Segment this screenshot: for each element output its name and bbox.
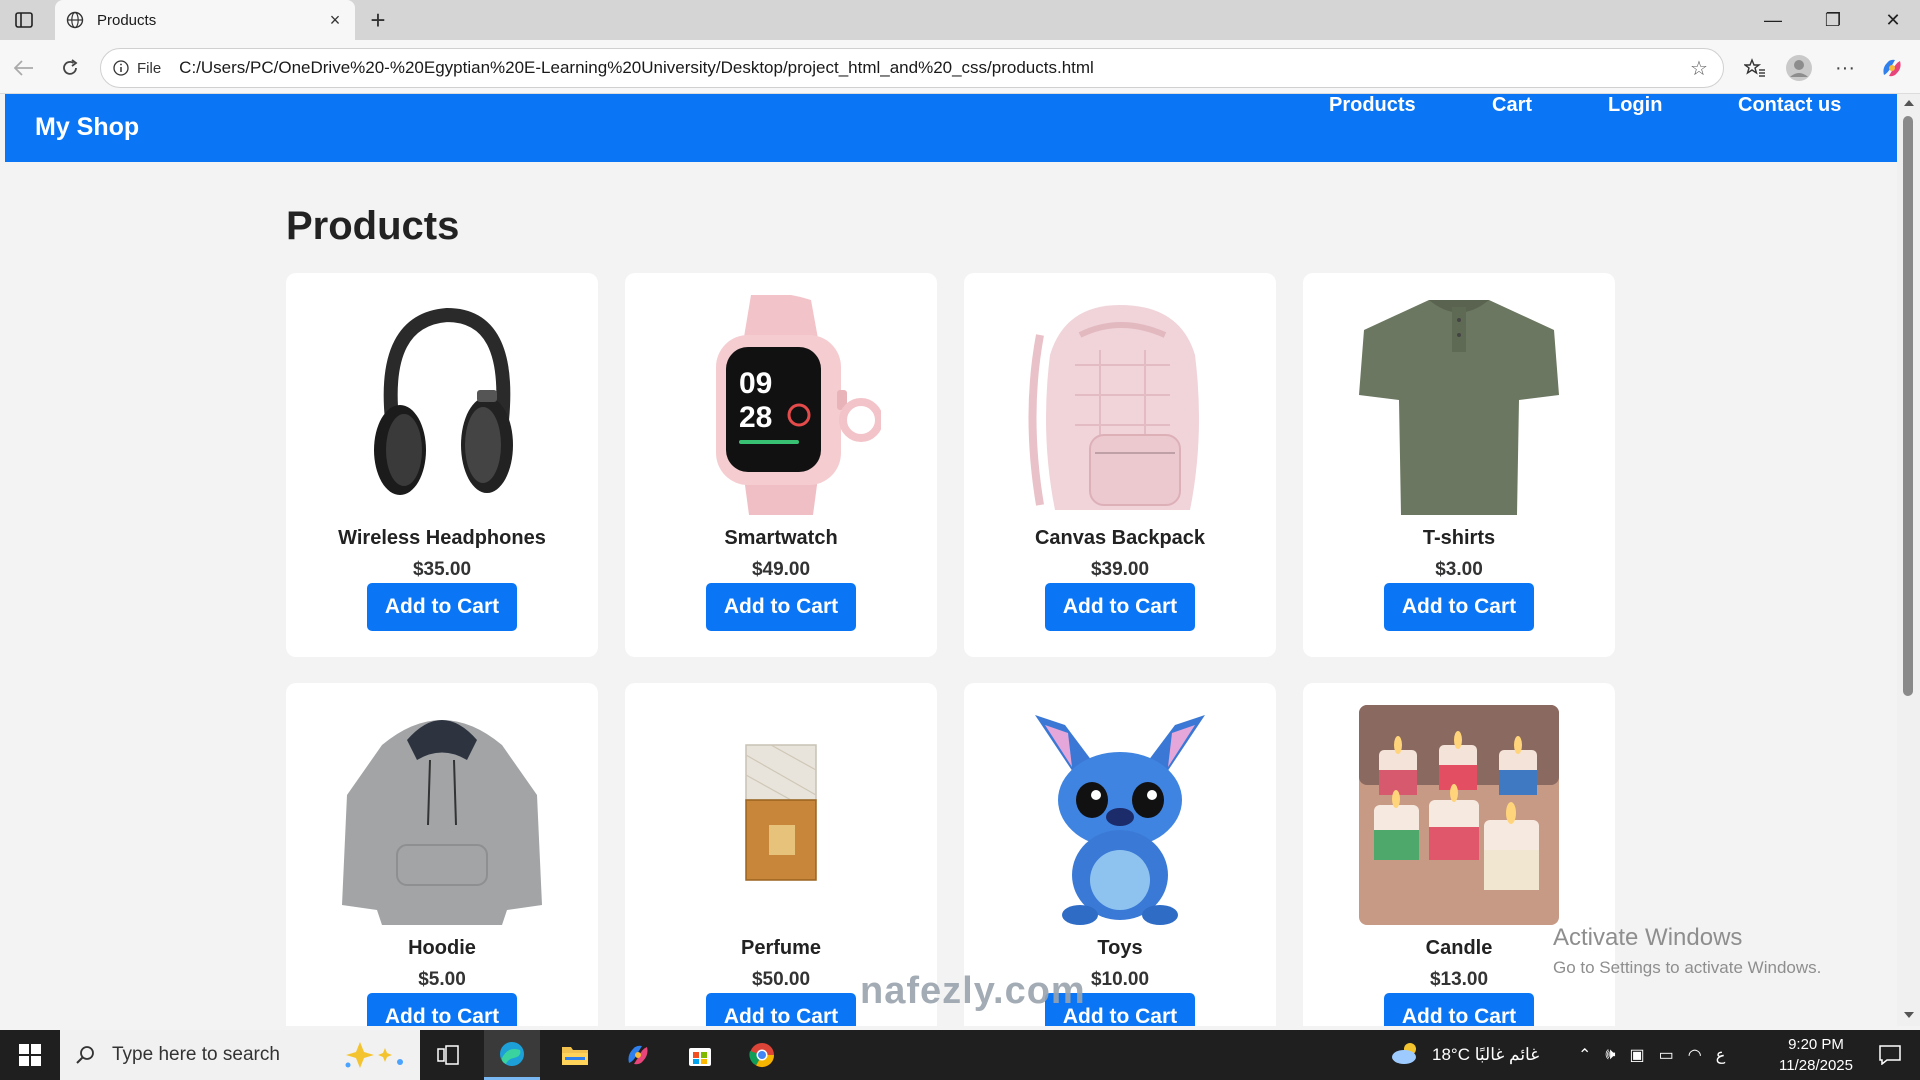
browser-tab[interactable]: Products × — [55, 0, 355, 40]
taskbar-search-box[interactable]: Type here to search — [60, 1030, 420, 1080]
svg-text:09: 09 — [739, 367, 772, 400]
headphones-image — [342, 295, 542, 515]
add-to-cart-button[interactable]: Add to Cart — [1045, 583, 1195, 631]
close-window-button[interactable]: ✕ — [1863, 0, 1920, 40]
product-price: $49.00 — [751, 559, 811, 580]
product-card: Canvas Backpack $39.00 Add to Cart — [964, 273, 1276, 657]
more-menu-icon[interactable]: ··· — [1830, 53, 1860, 83]
product-price: $35.00 — [412, 559, 472, 580]
candle-image — [1359, 705, 1559, 925]
device-icon[interactable]: ▣ — [1630, 1045, 1645, 1065]
globe-icon — [65, 10, 85, 30]
nav-link-cart[interactable]: Cart — [1492, 94, 1532, 117]
perfume-image — [681, 705, 881, 925]
add-to-cart-button[interactable]: Add to Cart — [706, 583, 856, 631]
toy-image — [1020, 705, 1220, 925]
backpack-image — [1020, 295, 1220, 515]
product-name: Toys — [1097, 937, 1143, 959]
browser-toolbar: File C:/Users/PC/OneDrive%20-%20Egyptian… — [0, 40, 1920, 94]
activate-subtitle: Go to Settings to activate Windows. — [1553, 958, 1822, 977]
product-name: Canvas Backpack — [1034, 527, 1206, 549]
add-to-cart-button[interactable]: Add to Cart — [367, 583, 517, 631]
site-logo[interactable]: My Shop — [35, 113, 139, 142]
add-to-cart-button[interactable]: Add to Cart — [706, 993, 856, 1026]
site-navbar: My Shop Products Cart Login Contact us — [5, 94, 1897, 162]
product-name: Smartwatch — [724, 527, 838, 549]
clock-time: 9:20 PM — [1788, 1036, 1844, 1053]
product-card: Wireless Headphones $35.00 Add to Cart — [286, 273, 598, 657]
add-to-cart-button[interactable]: Add to Cart — [1384, 993, 1534, 1026]
add-to-cart-button[interactable]: Add to Cart — [367, 993, 517, 1026]
nav-link-products[interactable]: Products — [1329, 94, 1416, 117]
clock-date: 11/28/2025 — [1779, 1057, 1853, 1074]
windows-taskbar: Type here to search 18°C غائم غالبًا ⌃ 🕪… — [0, 1030, 1920, 1080]
page-title: Products — [286, 204, 460, 248]
language-indicator[interactable]: ع — [1716, 1045, 1726, 1065]
page-scrollbar[interactable] — [1897, 94, 1920, 1026]
product-name: Hoodie — [408, 937, 476, 959]
weather-text: 18°C غائم غالبًا — [1432, 1045, 1540, 1064]
search-icon — [74, 1044, 96, 1066]
task-view-icon[interactable] — [420, 1030, 476, 1080]
system-tray: ⌃ 🕪 ▣ ▭ ◠ ع — [1578, 1030, 1725, 1080]
product-name: T-shirts — [1422, 527, 1496, 549]
activate-title: Activate Windows — [1553, 924, 1743, 951]
product-name: Perfume — [740, 937, 822, 959]
reload-icon[interactable] — [54, 52, 86, 84]
url-text[interactable]: C:/Users/PC/OneDrive%20-%20Egyptian%20E-… — [179, 58, 1685, 78]
cloudy-weather-icon — [1390, 1041, 1422, 1070]
tshirt-image — [1359, 295, 1559, 515]
product-price: $3.00 — [1435, 559, 1483, 580]
copilot-icon[interactable] — [1877, 53, 1907, 83]
address-scheme-label: File — [137, 59, 162, 77]
add-to-cart-button[interactable]: Add to Cart — [1384, 583, 1534, 631]
tab-actions-icon[interactable] — [10, 8, 38, 32]
search-placeholder: Type here to search — [112, 1044, 280, 1065]
scroll-up-arrow-icon[interactable] — [1904, 100, 1914, 106]
profile-avatar-icon[interactable] — [1784, 53, 1814, 83]
edge-browser-icon[interactable] — [484, 1030, 540, 1080]
battery-icon[interactable]: ▭ — [1659, 1045, 1674, 1065]
hoodie-image — [342, 705, 542, 925]
scroll-down-arrow-icon[interactable] — [1904, 1012, 1914, 1018]
search-highlight-icon — [340, 1040, 410, 1070]
close-tab-icon[interactable]: × — [323, 8, 347, 32]
product-card: T-shirts $3.00 Add to Cart — [1303, 273, 1615, 657]
maximize-button[interactable]: ❐ — [1803, 0, 1863, 40]
wifi-icon[interactable]: ◠ — [1688, 1045, 1702, 1065]
tab-title: Products — [97, 11, 157, 29]
weather-widget[interactable]: 18°C غائم غالبًا — [1390, 1030, 1539, 1080]
copilot-app-icon[interactable] — [610, 1030, 666, 1080]
product-card: Hoodie $5.00 Add to Cart — [286, 683, 598, 1026]
notification-icon[interactable] — [1865, 1030, 1915, 1080]
svg-text:28: 28 — [739, 401, 772, 434]
info-icon[interactable] — [111, 58, 131, 78]
new-tab-button[interactable]: + — [363, 6, 393, 34]
chrome-icon[interactable] — [734, 1030, 790, 1080]
chevron-up-icon[interactable]: ⌃ — [1578, 1045, 1591, 1065]
file-explorer-icon[interactable] — [547, 1030, 603, 1080]
page-viewport: My Shop Products Cart Login Contact us P… — [5, 94, 1897, 1026]
activate-windows-notice: Activate Windows Go to Settings to activ… — [1553, 924, 1821, 978]
minimize-button[interactable]: — — [1743, 0, 1803, 40]
microsoft-store-icon[interactable] — [672, 1030, 728, 1080]
watermark-text: nafezly.com — [860, 970, 1086, 1012]
favorite-star-icon[interactable]: ☆ — [1685, 54, 1713, 82]
nav-link-login[interactable]: Login — [1608, 94, 1662, 117]
nav-link-contact[interactable]: Contact us — [1738, 94, 1841, 117]
smartwatch-image: 09 28 — [681, 295, 881, 515]
product-price: $39.00 — [1090, 559, 1150, 580]
clock[interactable]: 9:20 PM 11/28/2025 — [1770, 1034, 1862, 1076]
tab-bar: Products × + — ❐ ✕ — [0, 0, 1920, 40]
product-name: Wireless Headphones — [338, 527, 546, 549]
scroll-thumb[interactable] — [1903, 116, 1913, 696]
back-arrow-icon[interactable] — [8, 52, 40, 84]
product-price: $5.00 — [418, 969, 466, 990]
favorites-icon[interactable] — [1740, 53, 1770, 83]
product-card: 09 28 Smartwatch $49.00 Add to Cart — [625, 273, 937, 657]
volume-icon[interactable]: 🕪 — [1605, 1046, 1615, 1064]
windows-start-icon[interactable] — [0, 1030, 60, 1080]
address-bar[interactable]: File C:/Users/PC/OneDrive%20-%20Egyptian… — [100, 48, 1724, 88]
